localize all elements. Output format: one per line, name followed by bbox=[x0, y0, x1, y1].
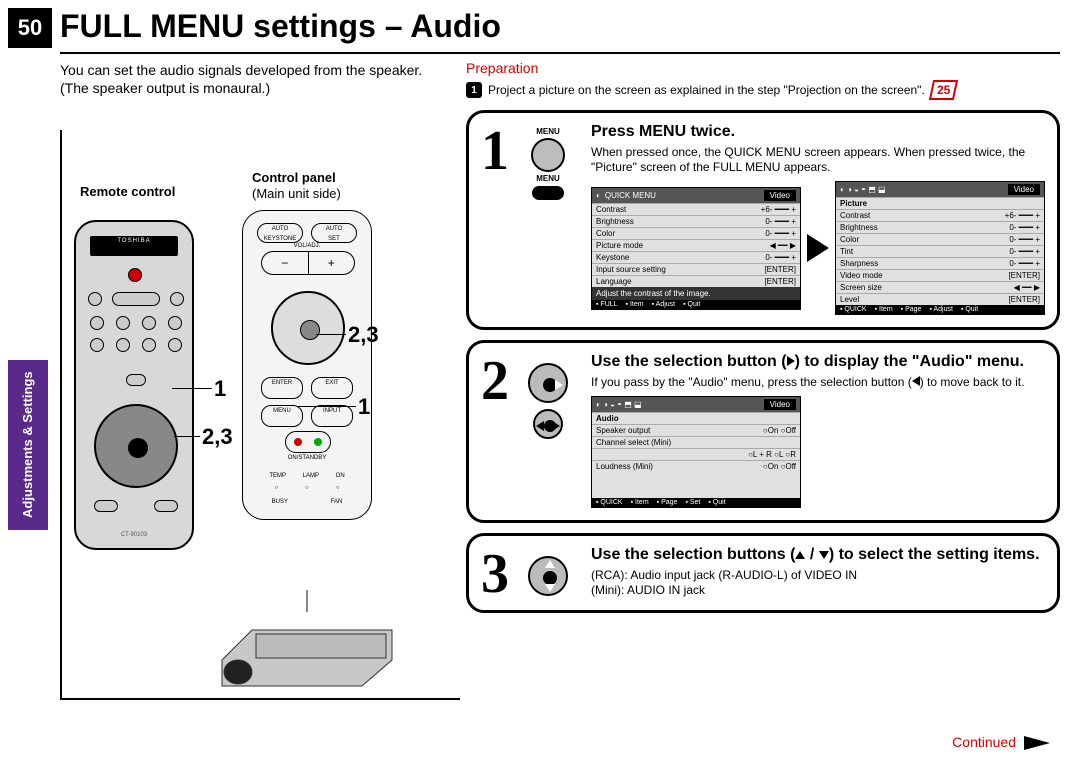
step-3-button-icon bbox=[523, 554, 573, 598]
quick-menu-osd: ◐QUICK MENUVideo Contrast+6- ━━━ +Bright… bbox=[591, 187, 801, 310]
projector-diagram bbox=[212, 590, 402, 690]
step-1-box: 1 MENU MENU Press MENU twice. When press… bbox=[466, 110, 1060, 330]
osd-rows: Contrast+6- ━━━ +Brightness0- ━━━ +Color… bbox=[592, 203, 800, 287]
remote-brand: TOSHIBA bbox=[76, 238, 192, 244]
step-1-number: 1 bbox=[481, 123, 509, 179]
full-menu-audio-osd: ◐ ◑ ◒ ◓ ⬒ ⬓Video Audio Speaker output○On… bbox=[591, 396, 801, 508]
callout-1-remote: 1 bbox=[214, 376, 226, 402]
prep-text: Project a picture on the screen as expla… bbox=[488, 83, 925, 97]
callout-2-3-panel: 2,3 bbox=[348, 322, 379, 348]
page-reference: 25 bbox=[929, 80, 959, 100]
step-3-body-2: (Mini): AUDIO IN jack bbox=[591, 583, 1045, 598]
step-2-heading: Use the selection button () to display t… bbox=[591, 353, 1045, 371]
step-1-body: When pressed once, the QUICK MENU screen… bbox=[591, 145, 1045, 175]
control-panel-diagram: AUTOKEYSTONE AUTOSET −+ VOL/ADJ. ENTEREX… bbox=[242, 210, 372, 520]
step-3-body-1: (RCA): Audio input jack (R-AUDIO-L) of V… bbox=[591, 568, 1045, 583]
controls-illustration: Remote control Control panel (Main unit … bbox=[60, 130, 460, 700]
section-side-tab: Adjustments & Settings bbox=[8, 360, 48, 530]
step-3-box: 3 Use the selection buttons ( / ) to sel… bbox=[466, 533, 1060, 613]
remote-control-diagram: TOSHIBA CT-90103 bbox=[74, 220, 194, 550]
arrow-right-icon bbox=[807, 234, 829, 262]
full-menu-picture-osd: ◐ ◑ ◒ ◓ ⬒ ⬓Video Picture Contrast+6- ━━━… bbox=[835, 181, 1045, 315]
callout-1-panel: 1 bbox=[358, 394, 370, 420]
callout-2-3-remote: 2,3 bbox=[202, 424, 233, 450]
control-panel-label: Control panel bbox=[252, 170, 336, 185]
page-number-badge: 50 bbox=[8, 8, 52, 48]
continued-arrow-icon bbox=[1024, 736, 1050, 750]
remote-control-label: Remote control bbox=[80, 184, 175, 199]
continued-indicator: Continued bbox=[952, 734, 1050, 750]
step-1-heading: Press MENU twice. bbox=[591, 123, 1045, 141]
remote-dpad bbox=[94, 404, 178, 488]
remote-model: CT-90103 bbox=[76, 532, 192, 538]
control-panel-sublabel: (Main unit side) bbox=[252, 186, 341, 201]
step-3-heading: Use the selection buttons ( / ) to selec… bbox=[591, 546, 1045, 564]
preparation-heading: Preparation bbox=[466, 60, 1060, 76]
step-2-box: 2 Use the selection button () to display… bbox=[466, 340, 1060, 523]
step-1-button-icon: MENU MENU bbox=[523, 127, 573, 203]
prep-number-badge: 1 bbox=[466, 82, 482, 98]
step-3-number: 3 bbox=[481, 546, 509, 602]
step-2-body: If you pass by the "Audio" menu, press t… bbox=[591, 375, 1045, 390]
preparation-step: 1 Project a picture on the screen as exp… bbox=[466, 80, 1060, 100]
step-2-button-icon bbox=[523, 361, 573, 441]
title-rule bbox=[60, 52, 1060, 54]
intro-text: You can set the audio signals developed … bbox=[60, 62, 440, 97]
page-title: FULL MENU settings – Audio bbox=[60, 8, 501, 45]
step-2-number: 2 bbox=[481, 353, 509, 409]
instructions-column: Preparation 1 Project a picture on the s… bbox=[466, 60, 1060, 613]
